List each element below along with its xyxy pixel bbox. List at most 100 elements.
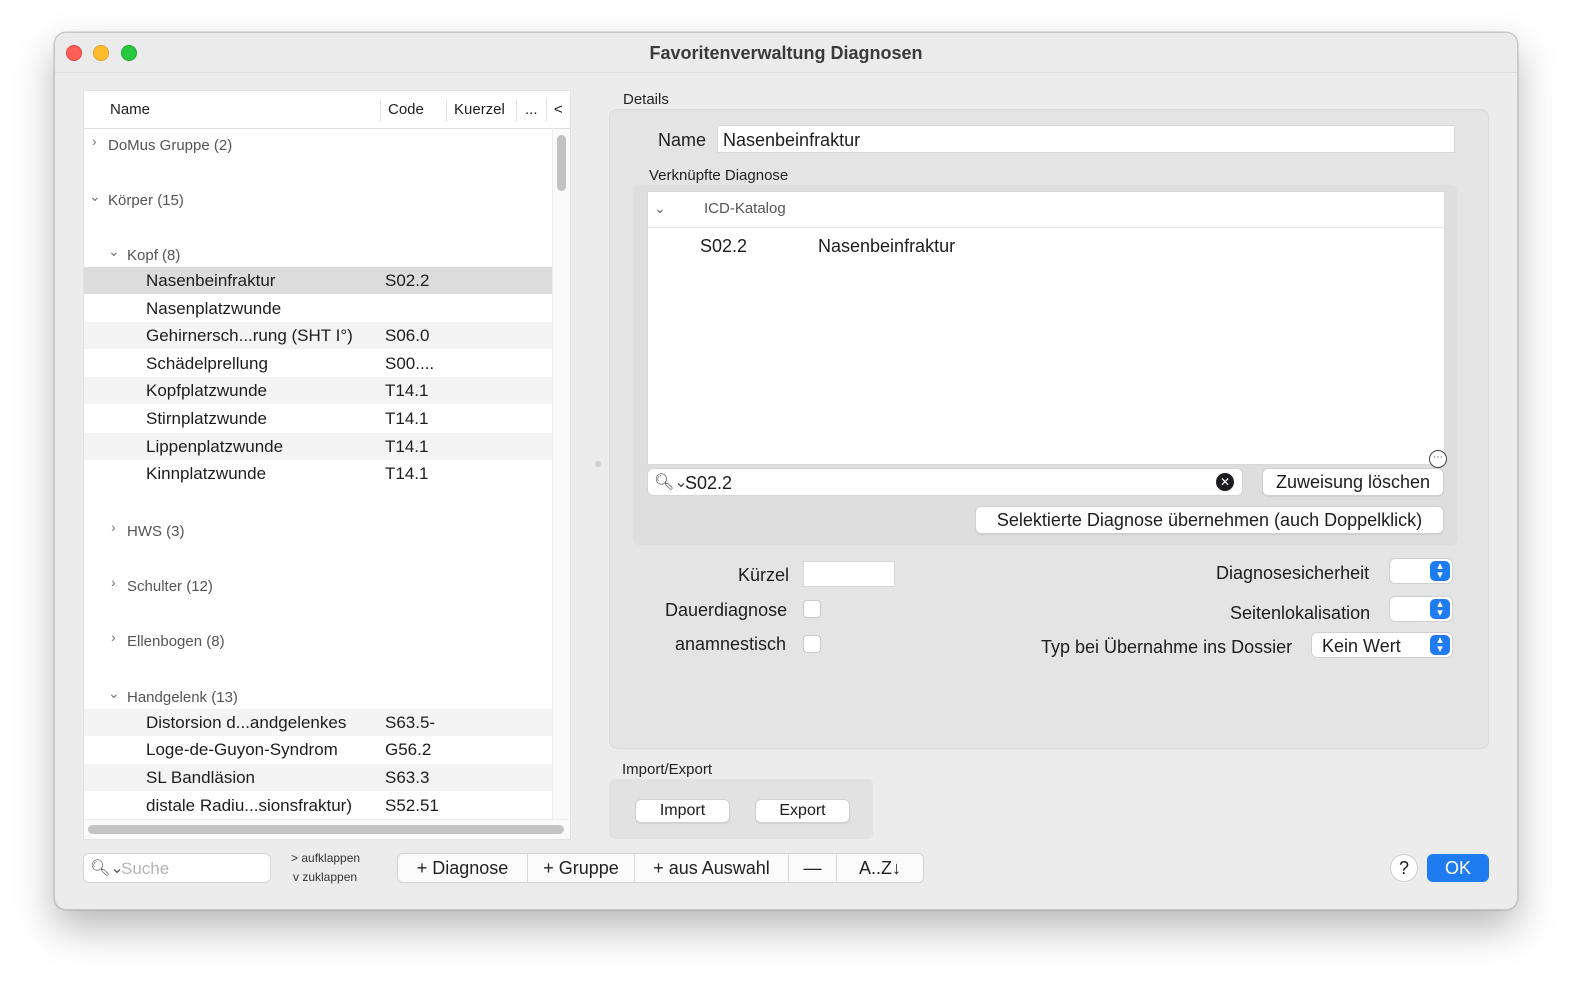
list-item[interactable]: Kinnplatzwunde T14.1 xyxy=(84,460,570,487)
collapse-all-button[interactable]: v zuklappen xyxy=(293,870,357,884)
group-row-domus[interactable]: › DoMus Gruppe (2) xyxy=(84,129,570,156)
chevron-down-icon[interactable]: ⌄ xyxy=(108,685,120,702)
list-search-field[interactable]: 🔍︎⌄ Suche xyxy=(83,853,271,883)
item-name: Nasenbeinfraktur xyxy=(146,271,276,290)
item-name: Gehirnersch...rung (SHT I°) xyxy=(146,326,353,345)
item-name: Nasenplatzwunde xyxy=(146,299,282,318)
anamnestisch-checkbox[interactable] xyxy=(803,635,821,653)
list-item[interactable]: Schädelprellung S00.... xyxy=(84,350,570,377)
item-code: S06.0 xyxy=(385,326,430,345)
catalog-title: ICD-Katalog xyxy=(704,200,786,217)
dauerdiagnose-label: Dauerdiagnose xyxy=(665,600,788,620)
group-row-ellenbogen[interactable]: › Ellenbogen (8) xyxy=(84,625,570,652)
split-view-handle[interactable] xyxy=(595,461,601,467)
item-code: S00.... xyxy=(385,354,435,373)
item-code: S63.3 xyxy=(385,768,430,787)
item-code: S63.5- xyxy=(385,713,436,732)
diagnosesicherheit-popup[interactable]: ▴ ▾ xyxy=(1389,558,1453,584)
list-item[interactable]: Gehirnersch...rung (SHT I°) S06.0 xyxy=(84,322,570,349)
horizontal-scroll-thumb[interactable] xyxy=(88,825,564,834)
group-label: HWS (3) xyxy=(127,523,185,540)
icd-search-value: S02.2 xyxy=(685,473,733,493)
group-row-schulter[interactable]: › Schulter (12) xyxy=(84,570,570,597)
column-header-code[interactable]: Code xyxy=(388,101,424,118)
typ-uebernahme-label: Typ bei Übernahme ins Dossier xyxy=(1041,637,1293,657)
group-label: Kopf (8) xyxy=(127,247,181,264)
group-label: Ellenbogen (8) xyxy=(127,633,225,650)
item-name: Schädelprellung xyxy=(146,354,268,373)
list-item[interactable]: Stirnplatzwunde T14.1 xyxy=(84,405,570,432)
column-collapse-icon[interactable]: < xyxy=(554,101,563,118)
horizontal-scrollbar[interactable] xyxy=(84,819,570,839)
kuerzel-label: Kürzel xyxy=(738,565,790,585)
apply-selected-diagnosis-button[interactable]: Selektierte Diagnose übernehmen (auch Do… xyxy=(975,506,1444,534)
column-header-kuerzel[interactable]: Kuerzel xyxy=(454,101,505,118)
chevron-down-icon[interactable]: ⌄ xyxy=(654,200,666,217)
list-header: Name Code Kuerzel ... < xyxy=(84,91,570,129)
updown-chevron-icon: ▴ ▾ xyxy=(1430,561,1450,581)
chevron-down-icon[interactable]: ⌄ xyxy=(108,243,120,260)
seitenlokalisation-popup[interactable]: ▴ ▾ xyxy=(1389,596,1453,622)
vertical-scroll-thumb[interactable] xyxy=(557,135,566,191)
name-value: Nasenbeinfraktur xyxy=(723,130,861,150)
remove-button[interactable]: — xyxy=(789,854,837,882)
add-group-button[interactable]: + Gruppe xyxy=(528,854,635,882)
item-name: Lippenplatzwunde xyxy=(146,437,284,456)
typ-uebernahme-popup[interactable]: Kein Wert ▴ ▾ xyxy=(1311,632,1453,658)
group-label: DoMus Gruppe (2) xyxy=(108,137,233,154)
list-item[interactable]: Distorsion d...andgelenkes S63.5- xyxy=(84,709,570,736)
add-diagnosis-button[interactable]: + Diagnose xyxy=(398,854,528,882)
chevron-right-icon[interactable]: › xyxy=(111,519,116,535)
export-button[interactable]: Export xyxy=(755,799,850,823)
catalog-name: Nasenbeinfraktur xyxy=(818,236,956,256)
diagnosesicherheit-label: Diagnosesicherheit xyxy=(1216,563,1370,583)
sort-button[interactable]: A..Z↓ xyxy=(837,854,923,882)
list-item[interactable]: Lippenplatzwunde T14.1 xyxy=(84,433,570,460)
dauerdiagnose-checkbox[interactable] xyxy=(803,600,821,618)
name-field[interactable]: Nasenbeinfraktur xyxy=(717,125,1455,153)
dialog-window: Favoritenverwaltung Diagnosen Name Code … xyxy=(54,32,1518,910)
item-name: distale Radiu...sionsfraktur) xyxy=(146,796,352,815)
list-item[interactable]: Loge-de-Guyon-Syndrom G56.2 xyxy=(84,736,570,763)
list-rows: › DoMus Gruppe (2) ⌄ Körper (15) ⌄ Kopf … xyxy=(84,129,570,819)
group-label: Körper (15) xyxy=(108,192,184,209)
clear-search-icon[interactable]: ✕ xyxy=(1216,473,1234,491)
expand-all-button[interactable]: > aufklappen xyxy=(291,851,360,865)
more-options-icon[interactable]: ⋯ xyxy=(1429,450,1447,468)
ok-button[interactable]: OK xyxy=(1427,854,1489,882)
list-item[interactable]: Nasenplatzwunde xyxy=(84,295,570,322)
catalog-code: S02.2 xyxy=(700,236,748,256)
group-row-kopf[interactable]: ⌄ Kopf (8) xyxy=(84,239,570,266)
list-item[interactable]: SL Bandläsion S63.3 xyxy=(84,764,570,791)
kuerzel-input[interactable] xyxy=(803,561,895,587)
catalog-header: ⌄ ICD-Katalog xyxy=(648,192,1444,228)
vertical-scrollbar[interactable] xyxy=(552,129,570,819)
search-placeholder: Suche xyxy=(121,859,170,878)
import-button[interactable]: Import xyxy=(635,799,730,823)
column-header-name[interactable]: Name xyxy=(110,101,150,118)
linked-diagnosis-label: Verknüpfte Diagnose xyxy=(649,167,789,184)
item-code: T14.1 xyxy=(385,409,429,428)
group-row-handgelenk[interactable]: ⌄ Handgelenk (13) xyxy=(84,681,570,708)
item-code: S02.2 xyxy=(385,271,430,290)
group-row-koerper[interactable]: ⌄ Körper (15) xyxy=(84,184,570,211)
help-button[interactable]: ? xyxy=(1390,854,1418,882)
chevron-right-icon[interactable]: › xyxy=(111,629,116,645)
list-item[interactable]: distale Radiu...sionsfraktur) S52.51 xyxy=(84,792,570,819)
group-row-hws[interactable]: › HWS (3) xyxy=(84,515,570,542)
details-section-title: Details xyxy=(623,91,669,108)
column-header-more[interactable]: ... xyxy=(525,101,538,118)
item-code: T14.1 xyxy=(385,381,429,400)
chevron-down-icon[interactable]: ⌄ xyxy=(89,188,101,205)
clear-assignment-button[interactable]: Zuweisung löschen xyxy=(1262,468,1444,496)
chevron-right-icon[interactable]: › xyxy=(111,574,116,590)
add-from-selection-button[interactable]: + aus Auswahl xyxy=(635,854,789,882)
icd-search-field[interactable]: 🔍︎⌄ S02.2 ✕ xyxy=(647,468,1243,496)
list-action-bar: + Diagnose + Gruppe + aus Auswahl — A..Z… xyxy=(397,853,924,883)
item-name: Stirnplatzwunde xyxy=(146,409,267,428)
list-item[interactable]: Kopfplatzwunde T14.1 xyxy=(84,377,570,404)
chevron-right-icon[interactable]: › xyxy=(92,133,97,149)
updown-chevron-icon: ▴ ▾ xyxy=(1430,635,1450,655)
list-item[interactable]: Nasenbeinfraktur S02.2 xyxy=(84,267,570,294)
window-title: Favoritenverwaltung Diagnosen xyxy=(649,43,923,63)
